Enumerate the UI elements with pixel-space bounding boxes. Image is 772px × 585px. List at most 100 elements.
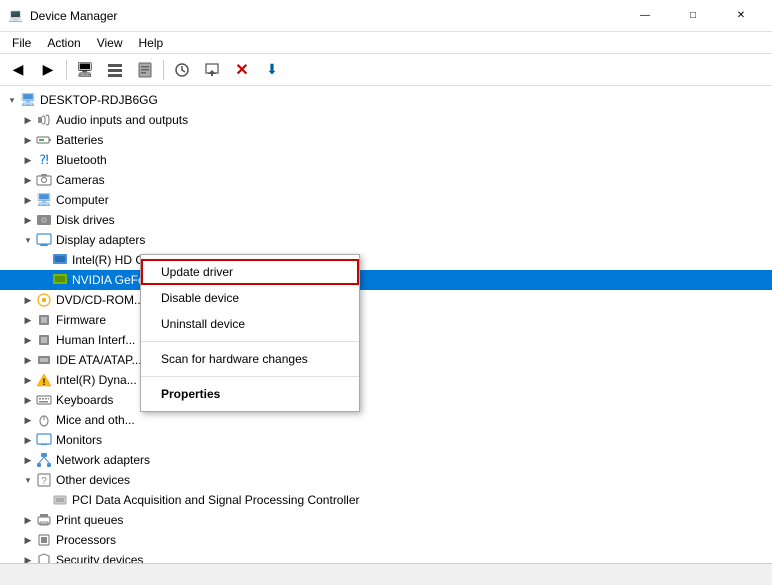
tree-item-cameras[interactable]: ▶ Cameras: [0, 170, 772, 190]
toolbar-forward[interactable]: ▶: [34, 57, 62, 83]
tree-item-batteries[interactable]: ▶ Batteries: [0, 130, 772, 150]
minimize-button[interactable]: —: [622, 0, 668, 32]
tree-item-bluetooth[interactable]: ▶ ⁈ Bluetooth: [0, 150, 772, 170]
app-icon: 💻: [8, 8, 24, 24]
context-menu-uninstall[interactable]: Uninstall device: [141, 311, 359, 337]
toolbar-sep-2: [163, 60, 164, 80]
tree-item-keyboard[interactable]: ▶ Keyboards: [0, 390, 772, 410]
hid-icon: [36, 332, 52, 348]
tree-item-pci[interactable]: PCI Data Acquisition and Signal Processi…: [0, 490, 772, 510]
mice-icon: [36, 412, 52, 428]
computer-expand-icon: ▶: [20, 192, 36, 208]
tree-item-hid[interactable]: ▶ Human Interf...: [0, 330, 772, 350]
menu-help[interactable]: Help: [131, 32, 172, 54]
display-expand-icon: ▾: [20, 232, 36, 248]
keyboard-icon: [36, 392, 52, 408]
toolbar-display[interactable]: 🖥: [71, 57, 99, 83]
context-menu-separator-2: [141, 376, 359, 377]
display-label: Display adapters: [56, 233, 145, 247]
context-menu-uninstall-label: Uninstall device: [161, 317, 245, 331]
cameras-icon: [36, 172, 52, 188]
maximize-button[interactable]: □: [670, 0, 716, 32]
tree-item-print[interactable]: ▶ Print queues: [0, 510, 772, 530]
hid-label: Human Interf...: [56, 333, 135, 347]
tree-item-intel-hd[interactable]: Intel(R) HD Graphics 520: [0, 250, 772, 270]
context-menu-properties[interactable]: Properties: [141, 381, 359, 407]
tree-item-dvd[interactable]: ▶ DVD/CD-ROM...: [0, 290, 772, 310]
menu-action[interactable]: Action: [39, 32, 88, 54]
audio-icon: [36, 112, 52, 128]
toolbar-add[interactable]: ⬇: [258, 57, 286, 83]
intel-hd-expand-placeholder: [36, 252, 52, 268]
print-label: Print queues: [56, 513, 123, 527]
intel-hd-icon: [52, 252, 68, 268]
monitors-label: Monitors: [56, 433, 102, 447]
toolbar: ◀ ▶ 🖥 ✕ ⬇: [0, 54, 772, 86]
toolbar-back[interactable]: ◀: [4, 57, 32, 83]
title-bar: 💻 Device Manager — □ ✕: [0, 0, 772, 32]
context-menu-update-label: Update driver: [161, 265, 233, 279]
tree-root[interactable]: ▾ 🖥 DESKTOP-RDJB6GG: [0, 90, 772, 110]
menu-view[interactable]: View: [89, 32, 131, 54]
intel-dyn-warn-icon: !: [36, 372, 52, 388]
other-expand-icon: ▾: [20, 472, 36, 488]
tree-item-intel-dyn[interactable]: ▶ ! Intel(R) Dyna...: [0, 370, 772, 390]
tree-item-ide[interactable]: ▶ IDE ATA/ATAP...: [0, 350, 772, 370]
toolbar-properties[interactable]: [131, 57, 159, 83]
svg-text:?: ?: [41, 476, 47, 487]
tree-item-disk[interactable]: ▶ Disk drives: [0, 210, 772, 230]
toolbar-uninstall[interactable]: ✕: [228, 57, 256, 83]
bluetooth-icon: ⁈: [36, 152, 52, 168]
disk-icon: [36, 212, 52, 228]
main-area: ▾ 🖥 DESKTOP-RDJB6GG ▶ Audio inputs and o…: [0, 86, 772, 563]
toolbar-update[interactable]: [198, 57, 226, 83]
context-menu-separator: [141, 341, 359, 342]
batteries-icon: [36, 132, 52, 148]
root-icon: 🖥: [20, 92, 36, 108]
other-label: Other devices: [56, 473, 130, 487]
tree-item-network[interactable]: ▶ Network adapters: [0, 450, 772, 470]
disk-label: Disk drives: [56, 213, 115, 227]
monitors-icon: [36, 432, 52, 448]
toolbar-scan[interactable]: [168, 57, 196, 83]
menu-bar: File Action View Help: [0, 32, 772, 54]
context-menu-disable[interactable]: Disable device: [141, 285, 359, 311]
nvidia-expand-placeholder: [36, 272, 52, 288]
tree-item-processors[interactable]: ▶ Processors: [0, 530, 772, 550]
firmware-label: Firmware: [56, 313, 106, 327]
bluetooth-expand-icon: ▶: [20, 152, 36, 168]
context-menu-properties-label: Properties: [161, 387, 220, 401]
status-bar: [0, 563, 772, 585]
context-menu-scan[interactable]: Scan for hardware changes: [141, 346, 359, 372]
intel-dyn-label: Intel(R) Dyna...: [56, 373, 137, 387]
print-icon: [36, 512, 52, 528]
ide-expand-icon: ▶: [20, 352, 36, 368]
intel-dyn-expand-icon: ▶: [20, 372, 36, 388]
tree-item-nvidia[interactable]: NVIDIA GeForce 940M: [0, 270, 772, 290]
tree-item-audio[interactable]: ▶ Audio inputs and outputs: [0, 110, 772, 130]
tree-item-display[interactable]: ▾ Display adapters: [0, 230, 772, 250]
context-menu-update[interactable]: Update driver: [141, 259, 359, 285]
tree-item-monitors[interactable]: ▶ Monitors: [0, 430, 772, 450]
title-bar-text: Device Manager: [30, 9, 117, 23]
cameras-expand-icon: ▶: [20, 172, 36, 188]
security-icon: [36, 552, 52, 563]
tree-item-mice[interactable]: ▶ Mice and oth...: [0, 410, 772, 430]
pci-expand-placeholder: [36, 492, 52, 508]
tree-item-computer[interactable]: ▶ 🖥 Computer: [0, 190, 772, 210]
toolbar-list[interactable]: [101, 57, 129, 83]
bluetooth-label: Bluetooth: [56, 153, 107, 167]
svg-text:!: !: [43, 377, 46, 387]
dvd-label: DVD/CD-ROM...: [56, 293, 144, 307]
title-bar-left: 💻 Device Manager: [8, 8, 117, 24]
title-bar-controls: — □ ✕: [622, 0, 764, 32]
monitors-expand-icon: ▶: [20, 432, 36, 448]
tree-item-security[interactable]: ▶ Security devices: [0, 550, 772, 563]
tree-item-firmware[interactable]: ▶ Firmware: [0, 310, 772, 330]
close-button[interactable]: ✕: [718, 0, 764, 32]
device-tree[interactable]: ▾ 🖥 DESKTOP-RDJB6GG ▶ Audio inputs and o…: [0, 86, 772, 563]
tree-item-other[interactable]: ▾ ? Other devices: [0, 470, 772, 490]
print-expand-icon: ▶: [20, 512, 36, 528]
other-icon: ?: [36, 472, 52, 488]
menu-file[interactable]: File: [4, 32, 39, 54]
